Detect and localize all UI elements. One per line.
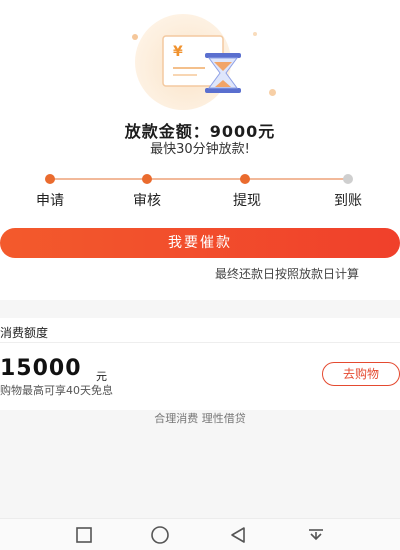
credit-amount: 15000 <box>0 356 82 381</box>
step-label-review: 审核 <box>133 193 161 209</box>
step-label-received: 到账 <box>334 193 362 209</box>
go-shopping-button[interactable]: 去购物 <box>322 362 400 386</box>
progress-track <box>47 178 347 180</box>
credit-card-title: 消费额度 <box>0 326 49 340</box>
svg-text:¥: ¥ <box>173 44 183 60</box>
repay-date-note: 最终还款日按照放款日计算 <box>215 267 360 281</box>
system-nav-bar <box>0 518 400 550</box>
decor-dot <box>269 89 276 96</box>
step-label-withdraw: 提现 <box>233 193 261 209</box>
slogan-text: 合理消费 理性借贷 <box>154 412 246 425</box>
credit-description: 购物最高可享40天免息 <box>0 384 113 397</box>
square-icon[interactable] <box>72 525 96 545</box>
step-dot-withdraw <box>240 174 250 184</box>
step-dot-review <box>142 174 152 184</box>
receipt-hourglass-graphic: ¥ <box>162 35 241 93</box>
loan-speed-text: 最快30分钟放款! <box>150 142 250 157</box>
divider <box>0 342 400 343</box>
hourglass-receipt-icon: ¥ <box>132 14 276 110</box>
circle-icon[interactable] <box>148 525 172 545</box>
step-dot-apply <box>45 174 55 184</box>
pull-down-icon[interactable] <box>304 525 328 545</box>
consumer-credit-card: 消费额度 15000 元 购物最高可享40天免息 去购物 <box>0 318 400 410</box>
step-dot-received <box>343 174 353 184</box>
step-label-apply: 申请 <box>36 193 64 209</box>
loan-status-panel: ¥ 放款金额：9000元 最快30分钟放款! 申请 审核 提现 到账 我要催款 … <box>0 0 400 300</box>
urge-payment-button[interactable]: 我要催款 <box>0 228 400 258</box>
triangle-back-icon[interactable] <box>226 525 250 545</box>
